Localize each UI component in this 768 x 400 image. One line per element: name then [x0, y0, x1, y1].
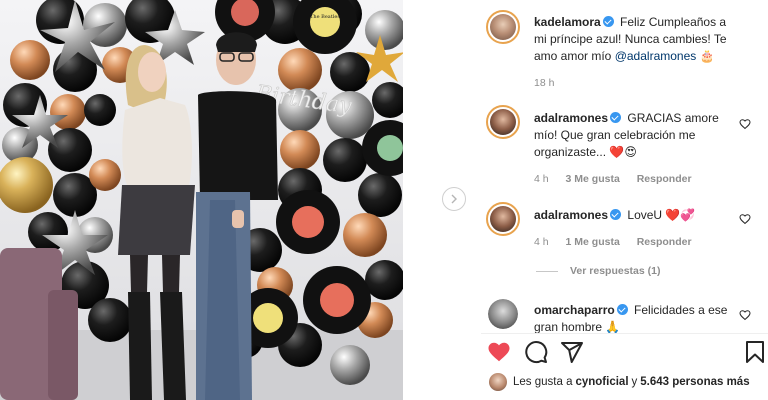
comment-row: adalramones GRACIAS amore mío! Que gran …	[481, 105, 768, 190]
comment-text: omarchaparro Felicidades a ese gran homb…	[534, 302, 739, 334]
comment-meta: 4 h 3 Me gusta Responder	[534, 173, 706, 185]
comment-row: adalramones LoveU ❤️💞 4 h 1 Me gusta Res…	[481, 202, 768, 257]
comment-username[interactable]: adalramones	[534, 111, 608, 125]
chevron-right-icon	[451, 194, 457, 204]
avatar[interactable]	[489, 373, 507, 391]
comment-text: adalramones LoveU ❤️💞	[534, 207, 739, 224]
photo-illustration: The Beatles Birthday	[0, 0, 403, 400]
post-actions	[481, 340, 768, 368]
like-comment-heart-icon[interactable]	[739, 118, 751, 130]
comment-icon[interactable]	[524, 340, 548, 364]
reply-button[interactable]: Responder	[637, 236, 692, 248]
likes-middle: y	[631, 376, 638, 388]
caption-mention[interactable]: @adalramones	[615, 49, 697, 63]
avatar[interactable]	[486, 105, 520, 139]
comment-time[interactable]: 4 h	[534, 236, 549, 248]
likes-summary: Les gusta a cynoficial y 5.643 personas …	[489, 373, 753, 391]
avatar[interactable]	[486, 10, 520, 44]
like-comment-heart-icon[interactable]	[739, 213, 751, 225]
comment-row: omarchaparro Felicidades a ese gran homb…	[481, 298, 768, 334]
verified-badge-icon	[616, 304, 628, 315]
actions-divider	[481, 333, 768, 334]
likes-prefix: Les gusta a	[513, 376, 573, 388]
comment-meta: 4 h 1 Me gusta Responder	[534, 236, 706, 248]
caption-time[interactable]: 18 h	[534, 77, 554, 89]
likes-count[interactable]: 5.643 personas más	[640, 376, 749, 388]
like-comment-heart-icon[interactable]	[739, 309, 751, 321]
avatar[interactable]	[486, 202, 520, 236]
avatar[interactable]	[488, 299, 518, 329]
comment-body: LoveU ❤️💞	[627, 208, 696, 222]
caption-emoji: 🎂	[699, 49, 715, 63]
caption-text: kadelamora Feliz Cumpleaños a mi príncip…	[534, 14, 739, 65]
caption-meta: 18 h	[534, 77, 568, 89]
reply-button[interactable]: Responder	[637, 173, 692, 185]
verified-badge-icon	[602, 16, 614, 27]
view-replies-label: Ver respuestas (1)	[570, 265, 661, 277]
record-label-text: The Beatles	[310, 14, 340, 20]
comment-time[interactable]: 4 h	[534, 173, 549, 185]
comment-text: adalramones GRACIAS amore mío! Que gran …	[534, 110, 739, 161]
heart-filled-icon[interactable]	[487, 340, 511, 364]
replies-divider	[536, 270, 558, 272]
comments-panel: kadelamora Feliz Cumpleaños a mi príncip…	[481, 0, 768, 400]
comment-username[interactable]: omarchaparro	[534, 303, 615, 317]
view-replies-button[interactable]: Ver respuestas (1)	[536, 265, 660, 277]
comment-likes[interactable]: 3 Me gusta	[566, 173, 620, 185]
verified-badge-icon	[610, 112, 622, 123]
share-icon[interactable]	[560, 340, 584, 364]
next-image-button[interactable]	[442, 187, 466, 211]
post-photo[interactable]: The Beatles Birthday	[0, 0, 403, 400]
comment-likes[interactable]: 1 Me gusta	[566, 236, 620, 248]
likes-user[interactable]: cynoficial	[575, 376, 628, 388]
bookmark-icon[interactable]	[743, 340, 767, 364]
comment-username[interactable]: adalramones	[534, 208, 608, 222]
verified-badge-icon	[610, 209, 622, 220]
caption-row: kadelamora Feliz Cumpleaños a mi príncip…	[481, 0, 768, 95]
caption-username[interactable]: kadelamora	[534, 15, 601, 29]
